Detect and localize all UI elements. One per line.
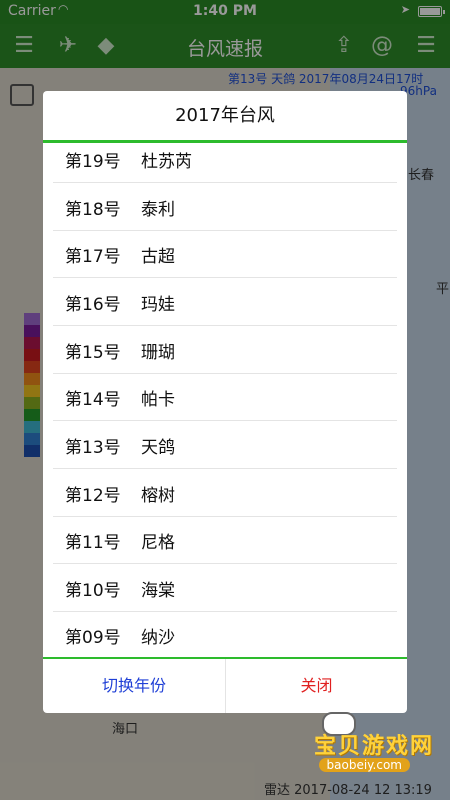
typhoon-list-item[interactable]: 第12号 榕树 <box>53 469 397 517</box>
typhoon-name: 海棠 <box>141 581 175 601</box>
typhoon-name: 帕卡 <box>141 390 175 410</box>
dialog-footer: 切换年份 关闭 <box>43 657 407 713</box>
typhoon-number: 第19号 <box>65 152 121 172</box>
typhoon-number: 第09号 <box>65 628 121 648</box>
typhoon-number: 第11号 <box>65 533 121 553</box>
typhoon-name: 泰利 <box>141 200 175 220</box>
watermark-title: 宝贝游戏网 <box>313 734 434 759</box>
typhoon-list[interactable]: 第19号 杜苏芮 第18号 泰利 第17号 古超 第16号 玛娃 第15号 珊瑚… <box>43 143 407 658</box>
typhoon-name: 杜苏芮 <box>141 152 192 172</box>
typhoon-number: 第17号 <box>65 247 121 267</box>
typhoon-year-dialog: 2017年台风 第19号 杜苏芮 第18号 泰利 第17号 古超 第16号 玛娃… <box>43 91 407 713</box>
typhoon-list-item[interactable]: 第13号 天鸽 <box>53 421 397 469</box>
typhoon-number: 第16号 <box>65 295 121 315</box>
typhoon-list-item[interactable]: 第14号 帕卡 <box>53 373 397 421</box>
typhoon-list-item[interactable]: 第10号 海棠 <box>53 564 397 612</box>
typhoon-list-item[interactable]: 第16号 玛娃 <box>53 278 397 326</box>
switch-year-button[interactable]: 切换年份 <box>43 659 225 713</box>
dialog-title: 2017年台风 <box>43 91 407 143</box>
typhoon-number: 第15号 <box>65 343 121 363</box>
typhoon-number: 第12号 <box>65 486 121 506</box>
typhoon-name: 天鸽 <box>141 438 175 458</box>
typhoon-list-item[interactable]: 第18号 泰利 <box>53 183 397 231</box>
typhoon-list-item[interactable]: 第17号 古超 <box>53 230 397 278</box>
typhoon-number: 第10号 <box>65 581 121 601</box>
typhoon-list-item[interactable]: 第19号 杜苏芮 <box>53 143 397 183</box>
watermark-site: baobeiy.com <box>318 758 410 772</box>
typhoon-number: 第13号 <box>65 438 121 458</box>
typhoon-name: 纳沙 <box>141 628 175 648</box>
close-button[interactable]: 关闭 <box>225 659 407 713</box>
typhoon-name: 榕树 <box>141 486 175 506</box>
typhoon-name: 珊瑚 <box>141 343 175 363</box>
typhoon-number: 第18号 <box>65 200 121 220</box>
watermark: 宝贝游戏网 baobeiy.com <box>280 712 440 782</box>
typhoon-name: 尼格 <box>141 533 175 553</box>
typhoon-list-item[interactable]: 第11号 尼格 <box>53 516 397 564</box>
typhoon-name: 古超 <box>141 247 175 267</box>
typhoon-number: 第14号 <box>65 390 121 410</box>
typhoon-list-item[interactable]: 第09号 纳沙 <box>53 611 397 658</box>
typhoon-name: 玛娃 <box>141 295 175 315</box>
typhoon-list-item[interactable]: 第15号 珊瑚 <box>53 326 397 374</box>
